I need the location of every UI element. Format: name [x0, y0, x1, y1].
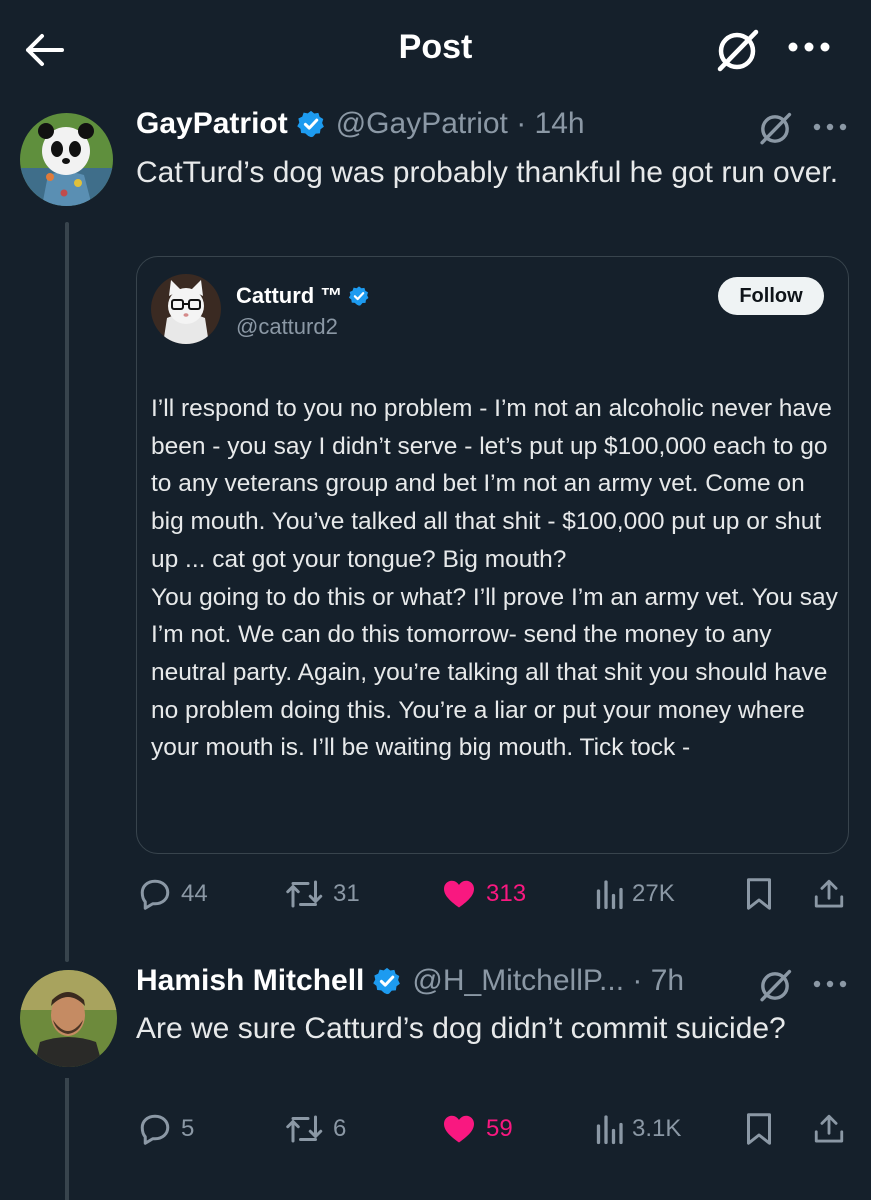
like-count: 313 [486, 880, 527, 907]
bookmark-button[interactable] [743, 1111, 775, 1147]
more-icon [813, 123, 847, 131]
verified-badge-icon [373, 967, 401, 995]
quote-handle[interactable]: @catturd2 [236, 314, 338, 340]
reply-button[interactable]: 5 [137, 1111, 194, 1147]
views-chart-icon [596, 1115, 623, 1145]
bookmark-icon [747, 1113, 771, 1145]
author-name[interactable]: Hamish Mitchell [136, 964, 364, 998]
views-count: 27K [632, 880, 675, 907]
post-text: CatTurd’s dog was probably thankful he g… [136, 156, 839, 189]
reply-button[interactable]: 44 [137, 876, 208, 912]
author-name[interactable]: GayPatriot [136, 107, 288, 141]
bookmark-icon [747, 878, 771, 910]
grok-button[interactable] [712, 26, 762, 76]
reply-text: Are we sure Catturd’s dog didn’t commit … [136, 1012, 786, 1045]
views-count: 3.1K [632, 1115, 682, 1142]
reply-count: 44 [181, 880, 208, 907]
avatar[interactable] [20, 970, 117, 1067]
repost-count: 6 [333, 1115, 347, 1142]
bookmark-button[interactable] [743, 876, 775, 912]
quote-text: I’ll respond to you no problem - I’m not… [151, 395, 838, 762]
reply-icon [140, 1114, 170, 1145]
post-header: GayPatriot @GayPatriot · 14h [136, 107, 585, 141]
heart-filled-icon [444, 880, 474, 908]
repost-button[interactable]: 6 [285, 1111, 346, 1147]
views-button[interactable]: 3.1K [594, 1111, 681, 1147]
quote-author-name[interactable]: Catturd ™ [236, 283, 342, 309]
share-icon [814, 1114, 844, 1143]
grok-icon [760, 969, 792, 1002]
thread-line [65, 222, 69, 962]
reply-icon [140, 879, 170, 910]
heart-filled-icon [444, 1115, 474, 1143]
quote-avatar[interactable] [151, 274, 221, 344]
handle-and-time[interactable]: @GayPatriot · 14h [336, 107, 585, 141]
repost-button[interactable]: 31 [285, 876, 360, 912]
repost-count: 31 [333, 880, 360, 907]
reply-more-button[interactable] [812, 979, 848, 989]
reply-header: Hamish Mitchell @H_MitchellP... · 7h [136, 964, 684, 998]
verified-badge-icon [296, 110, 324, 138]
man-avatar-image [20, 970, 117, 1067]
quote-header: Catturd ™ [236, 283, 370, 309]
share-button[interactable] [812, 876, 846, 912]
repost-icon [286, 880, 323, 908]
grok-icon [760, 112, 792, 145]
follow-button[interactable]: Follow [718, 277, 824, 315]
verified-badge-icon [349, 286, 369, 306]
share-icon [814, 879, 844, 908]
more-options-button[interactable] [786, 40, 832, 54]
repost-icon [286, 1115, 323, 1143]
more-icon [813, 980, 847, 988]
share-button[interactable] [812, 1111, 846, 1147]
avatar[interactable] [20, 113, 113, 206]
grok-button[interactable] [756, 967, 794, 1005]
more-icon [788, 42, 830, 52]
panda-avatar-image [20, 113, 113, 206]
post-more-button[interactable] [812, 122, 848, 132]
cat-avatar-image [151, 274, 221, 344]
reply-count: 5 [181, 1115, 195, 1142]
grok-icon [717, 29, 759, 72]
like-count: 59 [486, 1115, 513, 1142]
thread-line [65, 1078, 69, 1200]
views-chart-icon [596, 880, 623, 910]
views-button[interactable]: 27K [594, 876, 675, 912]
handle-and-time[interactable]: @H_MitchellP... · 7h [412, 964, 684, 998]
like-button[interactable]: 313 [440, 876, 526, 912]
grok-button[interactable] [756, 110, 794, 148]
like-button[interactable]: 59 [440, 1111, 513, 1147]
